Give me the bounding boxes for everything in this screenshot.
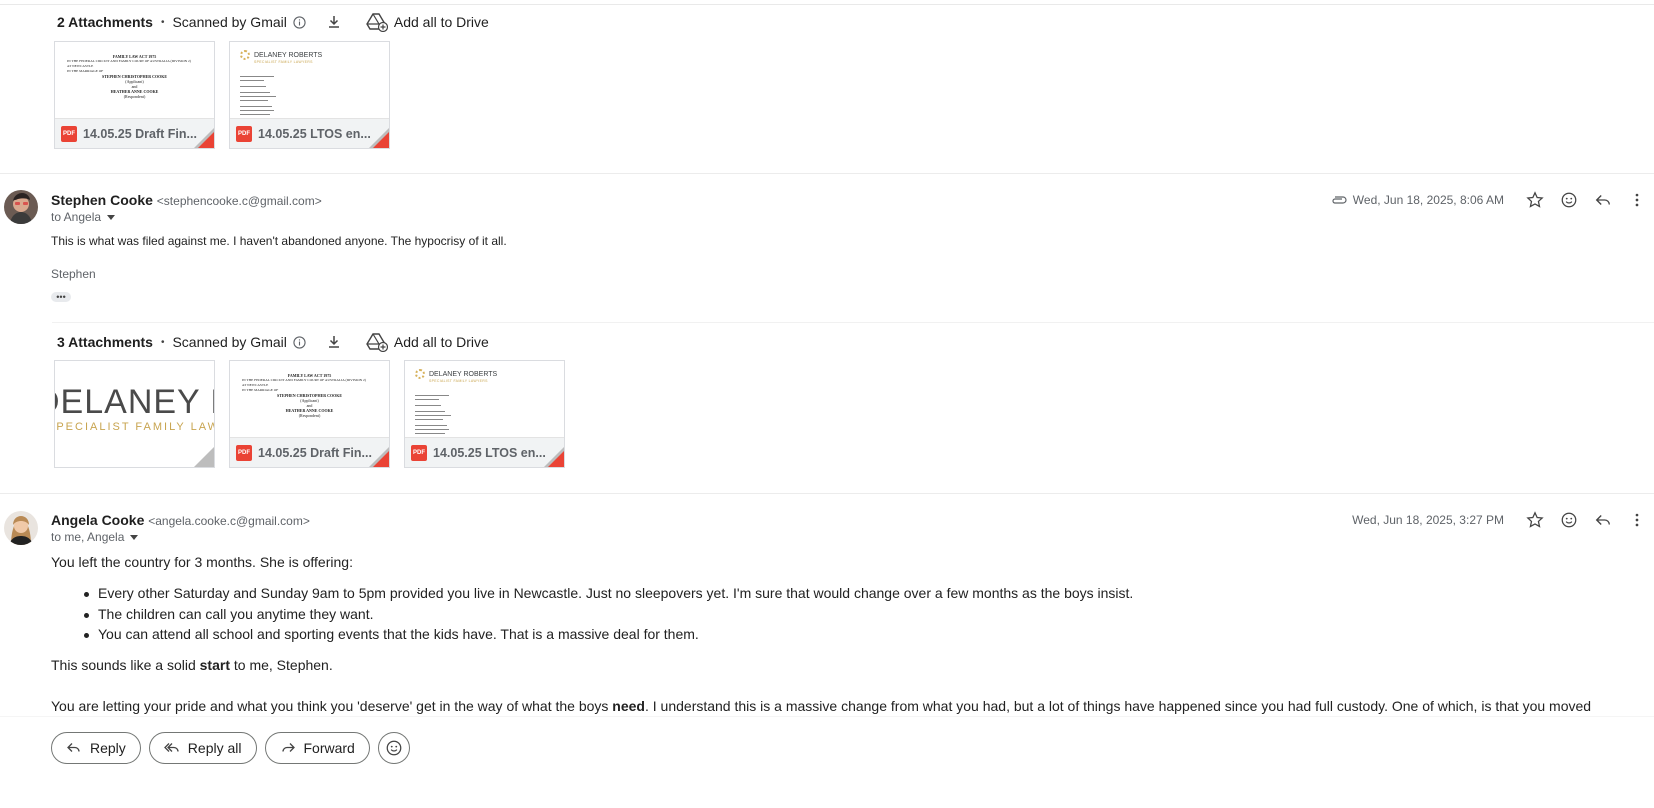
info-icon[interactable]	[293, 335, 306, 349]
message-date: Wed, Jun 18, 2025, 3:27 PM	[1352, 513, 1504, 527]
forward-icon	[281, 743, 295, 752]
chevron-down-icon	[130, 534, 139, 540]
list-item: Every other Saturday and Sunday 9am to 5…	[80, 585, 1133, 606]
emoji-react-icon[interactable]	[1559, 190, 1579, 210]
message-date: Wed, Jun 18, 2025, 8:06 AM	[1352, 193, 1504, 207]
scanned-label: Scanned by Gmail	[172, 334, 287, 350]
recipients-label: to me, Angela	[51, 530, 125, 544]
sender-email: <angela.cooke.c@gmail.com>	[148, 514, 310, 528]
message-divider	[0, 173, 1654, 174]
firm-logo-icon	[415, 369, 425, 379]
list-item: You can attend all school and sporting e…	[80, 626, 1133, 647]
add-all-to-drive-button[interactable]: Add all to Drive	[394, 334, 489, 350]
reply-icon[interactable]	[1593, 510, 1613, 530]
sender: Angela Cooke <angela.cooke.c@gmail.com>	[51, 512, 310, 528]
star-icon[interactable]	[1525, 510, 1545, 530]
reply-button[interactable]: Reply	[51, 732, 141, 764]
signature: Stephen	[51, 267, 96, 281]
download-all-icon[interactable]	[326, 14, 342, 30]
divider	[52, 322, 1654, 323]
attachment-card[interactable]: DELANEY ROBERTS SPECIALIST FAMILY LAWYER…	[54, 360, 215, 468]
show-trimmed-button[interactable]: •••	[51, 292, 71, 302]
reply-icon[interactable]	[1593, 190, 1613, 210]
divider	[0, 716, 1654, 717]
recipients-label: to Angela	[51, 210, 102, 224]
attachment-list: FAMILY LAW ACT 1975 IN THE FEDERAL CIRCU…	[54, 41, 390, 149]
emoji-react-icon[interactable]	[1559, 510, 1579, 530]
more-vert-icon[interactable]	[1627, 510, 1647, 530]
attachment-card[interactable]: DELANEY ROBERTS SPECIALIST FAMILY LAWYER…	[229, 41, 390, 149]
file-corner-icon	[369, 447, 389, 467]
reply-actions: Reply Reply all Forward	[51, 732, 410, 764]
info-icon[interactable]	[293, 15, 306, 29]
chevron-down-icon	[107, 214, 116, 220]
attachments-count: 2 Attachments	[57, 14, 153, 30]
pdf-icon: PDF	[61, 125, 77, 142]
message-bullet-list: Every other Saturday and Sunday 9am to 5…	[80, 585, 1133, 647]
recipients-toggle[interactable]: to Angela	[51, 210, 116, 224]
emoji-react-button[interactable]	[377, 732, 410, 764]
sender-name[interactable]: Angela Cooke	[51, 512, 144, 528]
message-meta: Wed, Jun 18, 2025, 8:06 AM	[1331, 189, 1654, 211]
reply-all-icon	[163, 743, 179, 752]
emoji-icon	[386, 740, 402, 756]
attachment-clip-icon	[1332, 196, 1347, 204]
message-body-paragraph: This sounds like a solid start to me, St…	[51, 657, 333, 673]
message-meta: Wed, Jun 18, 2025, 3:27 PM	[1352, 509, 1654, 531]
avatar[interactable]	[4, 511, 38, 545]
attachment-list: DELANEY ROBERTS SPECIALIST FAMILY LAWYER…	[54, 360, 565, 468]
message-body-paragraph: You are letting your pride and what you …	[51, 698, 1592, 714]
add-to-drive-icon[interactable]	[366, 12, 388, 33]
attachments-count: 3 Attachments	[57, 334, 153, 350]
file-corner-icon	[369, 128, 389, 148]
file-corner-icon	[544, 447, 564, 467]
pdf-icon: PDF	[236, 125, 252, 142]
sender-email: <stephencooke.c@gmail.com>	[156, 194, 322, 208]
attachments-header: 2 Attachments • Scanned by Gmail Add all…	[57, 12, 489, 33]
message-body-intro: You left the country for 3 months. She i…	[51, 554, 353, 570]
file-corner-icon	[194, 447, 214, 467]
more-vert-icon[interactable]	[1627, 190, 1647, 210]
avatar[interactable]	[4, 190, 38, 224]
message-body: This is what was filed against me. I hav…	[51, 234, 507, 248]
attachment-card[interactable]: FAMILY LAW ACT 1975 IN THE FEDERAL CIRCU…	[54, 41, 215, 149]
divider	[0, 4, 1654, 5]
file-corner-icon	[194, 128, 214, 148]
star-icon[interactable]	[1525, 190, 1545, 210]
add-to-drive-icon[interactable]	[366, 332, 388, 353]
recipients-toggle[interactable]: to me, Angela	[51, 530, 139, 544]
forward-button[interactable]: Forward	[264, 732, 370, 764]
message-divider	[0, 493, 1654, 494]
attachment-card[interactable]: FAMILY LAW ACT 1975 IN THE FEDERAL CIRCU…	[229, 360, 390, 468]
attachment-card[interactable]: DELANEY ROBERTS SPECIALIST FAMILY LAWYER…	[404, 360, 565, 468]
firm-logo-text: DELANEY ROBERTS	[55, 383, 214, 421]
pdf-icon: PDF	[411, 444, 427, 461]
reply-icon	[67, 743, 80, 752]
sender: Stephen Cooke <stephencooke.c@gmail.com>	[51, 192, 322, 208]
firm-logo-icon	[240, 50, 250, 60]
reply-all-button[interactable]: Reply all	[148, 732, 257, 764]
scanned-label: Scanned by Gmail	[172, 14, 287, 30]
add-all-to-drive-button[interactable]: Add all to Drive	[394, 14, 489, 30]
sender-name[interactable]: Stephen Cooke	[51, 192, 153, 208]
attachments-header: 3 Attachments • Scanned by Gmail Add all…	[57, 332, 489, 353]
list-item: The children can call you anytime they w…	[80, 606, 1133, 627]
pdf-icon: PDF	[236, 444, 252, 461]
download-all-icon[interactable]	[326, 334, 342, 350]
